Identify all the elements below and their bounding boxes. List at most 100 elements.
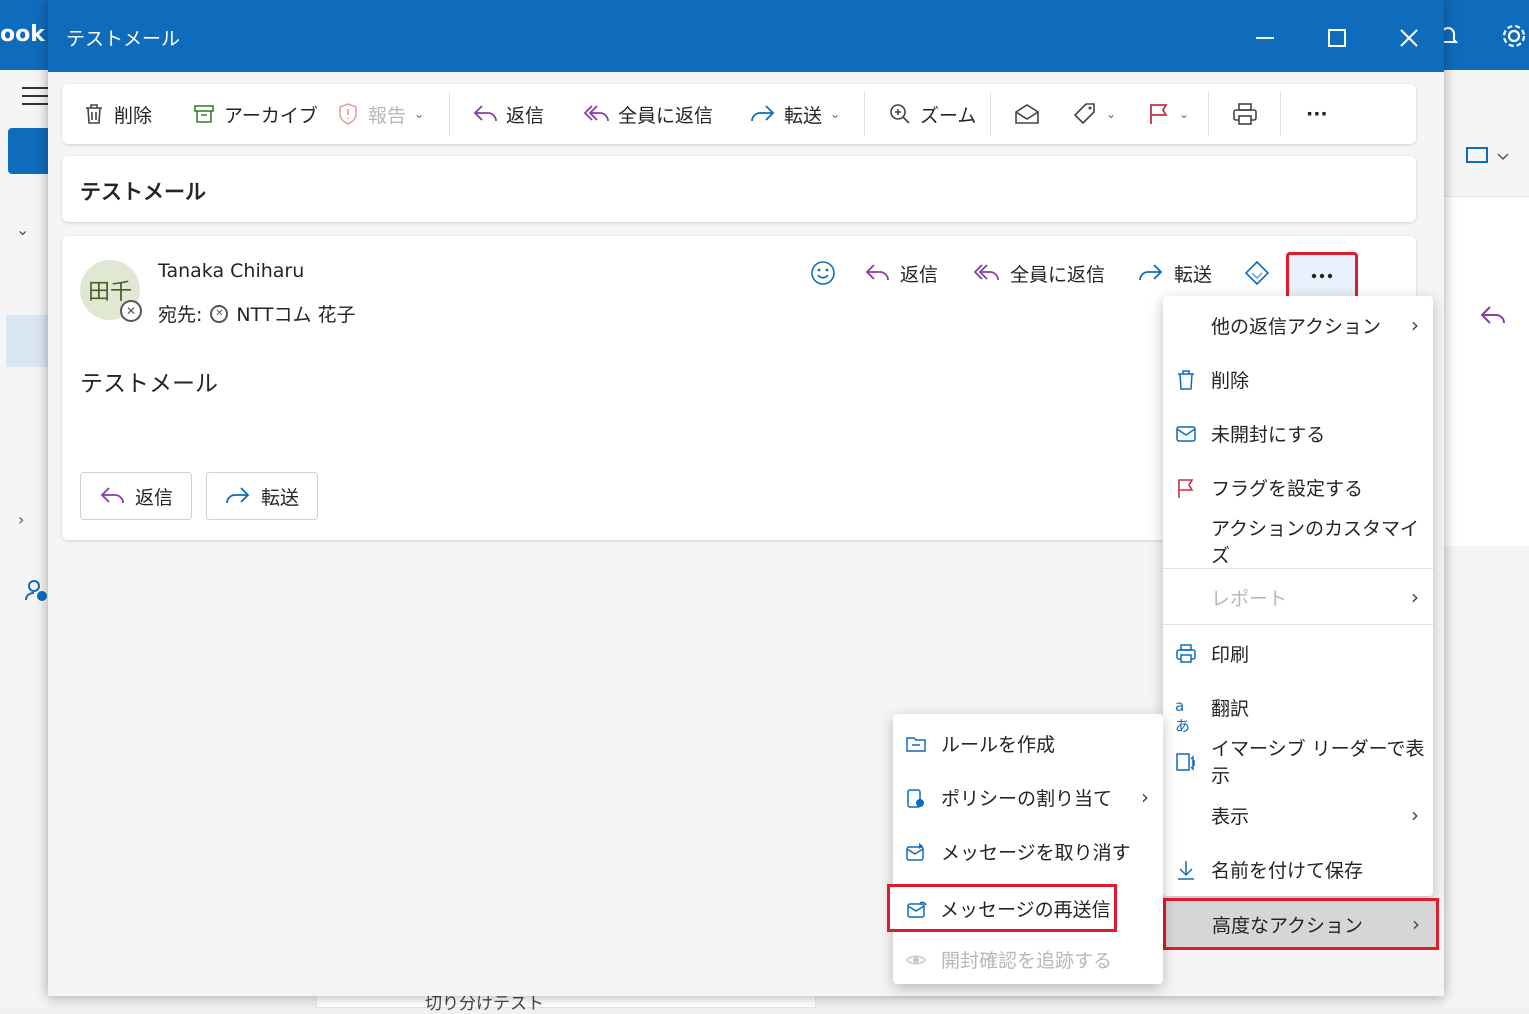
menu-item-view[interactable]: 表示 ›: [1163, 788, 1433, 842]
open-envelope-icon: [1015, 104, 1039, 124]
background-reply-icon[interactable]: [1480, 305, 1506, 325]
menu-item-label: 翻訳: [1211, 697, 1250, 720]
reply-icon: [865, 264, 889, 281]
presence-offline-icon: ✕: [120, 300, 142, 322]
message-forward-button[interactable]: 転送: [1138, 258, 1212, 288]
menu-item-save-as[interactable]: 名前を付けて保存: [1163, 842, 1433, 896]
toolbar-archive-label: アーカイブ: [224, 104, 318, 127]
toolbar-divider: [864, 92, 865, 136]
emoji-reaction-button[interactable]: [810, 258, 836, 288]
toolbar-zoom-button[interactable]: ズーム: [888, 84, 976, 144]
maximize-button[interactable]: [1319, 20, 1355, 56]
submenu-item-label: ポリシーの割り当て: [941, 787, 1113, 810]
toolbar-delete-button[interactable]: 削除: [82, 84, 152, 144]
submenu-item-resend-message[interactable]: メッセージの再送信: [887, 884, 1117, 932]
menu-separator: [1163, 624, 1433, 625]
footer-reply-button[interactable]: 返信: [80, 472, 193, 520]
flag-chevron-icon: ⌄: [1179, 107, 1190, 121]
submenu-chevron-icon: ›: [1411, 585, 1419, 609]
menu-item-label: 名前を付けて保存: [1211, 859, 1364, 882]
menu-item-label: アクションのカスタマイズ: [1211, 518, 1420, 567]
submenu-chevron-icon: ›: [1412, 912, 1420, 936]
toolbar-flag-button[interactable]: ⌄: [1147, 84, 1189, 144]
menu-item-print[interactable]: 印刷: [1163, 626, 1433, 680]
reply-all-icon: [583, 105, 609, 122]
advanced-actions-submenu: ルールを作成 ポリシーの割り当て › メッセージを取り消す 開封確認を追跡する: [893, 714, 1163, 984]
policy-icon: [905, 787, 927, 809]
toolbar-reply-all-button[interactable]: 全員に返信: [582, 84, 713, 144]
more-actions-button[interactable]: [1286, 252, 1358, 300]
message-subject: テストメール: [80, 180, 206, 204]
message-toolbar: 削除 アーカイブ 報告 ⌄ 返信 全員に返信 転送 ⌄ ズーム ⌄ ⌄ ···: [62, 84, 1416, 144]
background-settings-icon[interactable]: [1500, 22, 1528, 50]
sender-name[interactable]: Tanaka Chiharu: [158, 260, 304, 282]
footer-reply-label: 返信: [135, 486, 174, 509]
submenu-chevron-icon: ›: [1411, 313, 1419, 337]
background-message-list: [1444, 196, 1529, 546]
trash-icon: [1175, 369, 1197, 391]
menu-item-mark-unread[interactable]: 未開封にする: [1163, 406, 1433, 460]
menu-item-immersive-reader[interactable]: イマーシブ リーダーで表示: [1163, 734, 1433, 788]
forward-icon: [751, 105, 775, 122]
folder-chevron-right-icon[interactable]: ›: [18, 510, 24, 529]
menu-item-other-reply-actions[interactable]: 他の返信アクション ›: [1163, 298, 1433, 352]
resend-icon: [906, 898, 928, 920]
mail-app-icon[interactable]: [8, 128, 48, 174]
submenu-item-track-read-receipt[interactable]: 開封確認を追跡する: [893, 932, 1163, 986]
submenu-chevron-icon: ›: [1411, 803, 1419, 827]
message-addin-button[interactable]: [1244, 258, 1270, 288]
recipient-name[interactable]: NTTコム 花子: [236, 300, 355, 327]
footer-forward-button[interactable]: 転送: [206, 472, 319, 520]
toolbar-zoom-label: ズーム: [920, 104, 977, 127]
zoom-icon: [890, 104, 910, 124]
toolbar-delete-label: 削除: [114, 104, 153, 127]
folder-chevron-icon[interactable]: ⌄: [16, 220, 29, 239]
report-chevron-icon: ⌄: [414, 107, 425, 121]
reply-icon: [100, 487, 124, 504]
menu-item-translate[interactable]: aあ 翻訳: [1163, 680, 1433, 735]
message-reply-button[interactable]: 返信: [864, 258, 938, 288]
forward-icon: [1139, 264, 1163, 281]
toolbar-more-button[interactable]: ···: [1306, 84, 1328, 144]
message-reply-label: 返信: [900, 263, 939, 286]
submenu-item-create-rule[interactable]: ルールを作成: [893, 716, 1163, 770]
toolbar-archive-button[interactable]: アーカイブ: [192, 84, 318, 144]
filter-settings-icon[interactable]: [1466, 146, 1510, 168]
hamburger-icon[interactable]: [22, 86, 48, 106]
reply-all-icon: [973, 264, 999, 281]
toolbar-report-label: 報告: [368, 104, 407, 127]
submenu-item-recall-message[interactable]: メッセージを取り消す: [893, 824, 1163, 878]
message-reply-all-button[interactable]: 全員に返信: [972, 258, 1105, 288]
menu-item-set-flag[interactable]: フラグを設定する: [1163, 460, 1433, 514]
immersive-reader-icon: [1175, 751, 1197, 773]
recipient-line: 宛先: ✕ NTTコム 花子: [158, 300, 356, 327]
eye-icon: [905, 949, 927, 971]
message-forward-label: 転送: [1174, 263, 1213, 286]
menu-item-advanced-actions[interactable]: 高度なアクション ›: [1163, 898, 1439, 950]
toolbar-read-unread-button[interactable]: [1014, 84, 1040, 144]
footer-forward-label: 転送: [261, 486, 300, 509]
toolbar-print-button[interactable]: [1232, 84, 1258, 144]
toolbar-report-button[interactable]: 報告 ⌄: [336, 84, 424, 144]
recipient-presence-icon: ✕: [210, 304, 229, 323]
menu-item-label: 表示: [1211, 805, 1250, 828]
toolbar-categorize-button[interactable]: ⌄: [1072, 84, 1116, 144]
submenu-item-assign-policy[interactable]: ポリシーの割り当て ›: [893, 770, 1163, 824]
toolbar-reply-button[interactable]: 返信: [472, 84, 544, 144]
minimize-button[interactable]: [1247, 20, 1283, 56]
message-body: テストメール: [80, 371, 218, 397]
download-icon: [1175, 859, 1197, 881]
menu-item-customize-actions[interactable]: アクションのカスタマイズ: [1163, 514, 1433, 568]
translate-icon: aあ: [1175, 697, 1191, 735]
menu-item-report[interactable]: レポート ›: [1163, 570, 1433, 624]
submenu-chevron-icon: ›: [1141, 785, 1149, 809]
add-account-icon[interactable]: [24, 578, 48, 602]
menu-item-delete[interactable]: 削除: [1163, 352, 1433, 406]
categorize-chevron-icon: ⌄: [1106, 107, 1117, 121]
close-button[interactable]: [1391, 20, 1427, 56]
toolbar-forward-button[interactable]: 転送 ⌄: [750, 84, 840, 144]
toolbar-forward-label: 転送: [784, 104, 823, 127]
menu-item-label: 印刷: [1211, 643, 1250, 666]
forward-icon: [226, 487, 250, 504]
selected-folder-highlight: [6, 315, 48, 367]
